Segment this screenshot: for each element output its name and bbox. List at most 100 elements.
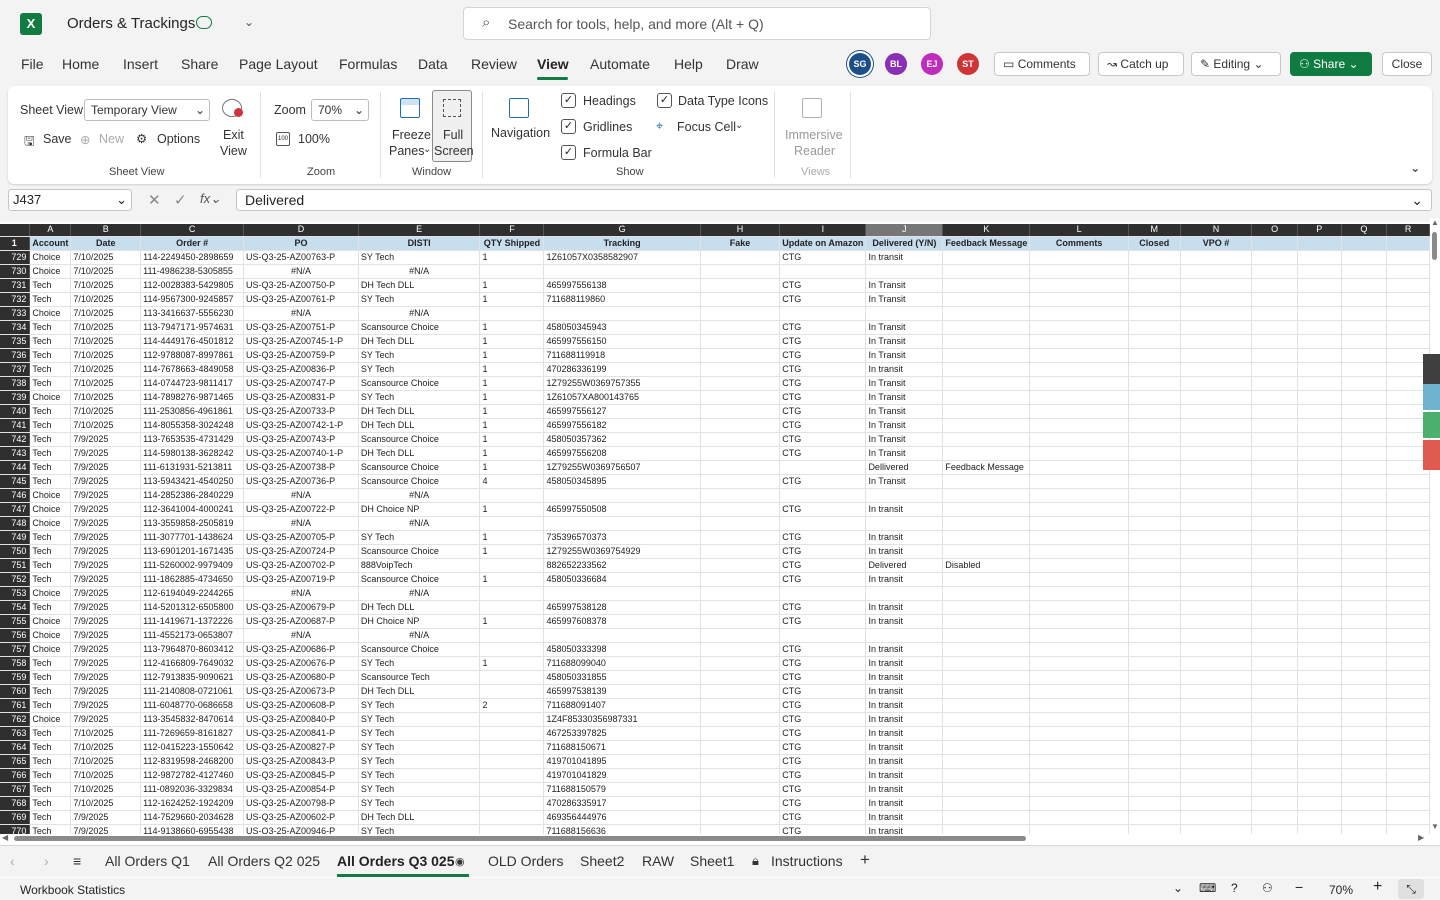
cell[interactable] (1341, 656, 1388, 671)
cell[interactable] (1251, 292, 1298, 307)
cell[interactable]: 7/9/2025 (70, 544, 142, 559)
cell[interactable] (1251, 278, 1298, 293)
cell[interactable] (1128, 740, 1181, 755)
cell[interactable] (1029, 292, 1129, 307)
cell[interactable] (700, 348, 781, 363)
cell[interactable]: US-Q3-25-AZ00946-P (243, 824, 359, 834)
cell[interactable] (1128, 600, 1181, 615)
cell[interactable]: 7/9/2025 (70, 670, 142, 685)
column-title-cell[interactable]: Order # (140, 236, 245, 251)
cell[interactable]: 112-9872782-4127460 (140, 768, 245, 783)
cell[interactable]: 7/10/2025 (70, 264, 142, 279)
cell[interactable]: CTG (779, 446, 867, 461)
cell[interactable] (700, 572, 781, 587)
cell[interactable]: In transit (865, 642, 944, 657)
cell[interactable] (1341, 530, 1388, 545)
insert-function-icon[interactable]: fx⌄ (200, 191, 221, 207)
cell[interactable] (1029, 460, 1129, 475)
cell[interactable]: 465997556138 (543, 278, 701, 293)
cell[interactable]: Tech (29, 558, 72, 573)
cell[interactable]: Tech (29, 530, 72, 545)
cell[interactable] (1341, 390, 1388, 405)
cell[interactable]: SY Tech (358, 250, 481, 265)
cell[interactable] (865, 264, 944, 279)
cell[interactable] (700, 530, 781, 545)
cell[interactable]: 112-4166809-7649032 (140, 656, 245, 671)
cell[interactable] (1297, 754, 1342, 769)
cell[interactable]: CTG (779, 474, 867, 489)
cell[interactable]: CTG (779, 754, 867, 769)
cell[interactable]: 458050333398 (543, 642, 701, 657)
cell[interactable] (1128, 712, 1181, 727)
menu-draw[interactable]: Draw (726, 56, 759, 72)
cell[interactable]: Tech (29, 754, 72, 769)
cell[interactable]: 112-0415223-1550642 (140, 740, 245, 755)
cell[interactable] (1386, 320, 1430, 335)
cell[interactable] (700, 656, 781, 671)
cell[interactable] (1341, 754, 1388, 769)
cell[interactable] (700, 264, 781, 279)
cell[interactable]: DH Tech DLL (358, 600, 481, 615)
cell[interactable]: US-Q3-25-AZ00736-P (243, 474, 359, 489)
side-panel-tab[interactable] (1423, 440, 1440, 470)
cell[interactable] (1029, 628, 1129, 643)
cell[interactable]: US-Q3-25-AZ00845-P (243, 768, 359, 783)
cell[interactable] (1128, 670, 1181, 685)
cell[interactable]: 112-6194049-2244265 (140, 586, 245, 601)
cell[interactable] (1297, 432, 1342, 447)
cell[interactable]: US-Q3-25-AZ00722-P (243, 502, 359, 517)
cell[interactable] (1341, 306, 1388, 321)
cell[interactable] (1341, 334, 1388, 349)
cell[interactable] (1341, 810, 1388, 825)
cell[interactable]: 1 (479, 362, 545, 377)
cell[interactable] (1180, 782, 1253, 797)
cell[interactable]: 465997538139 (543, 684, 701, 699)
cell[interactable]: 7/9/2025 (70, 810, 142, 825)
cell[interactable] (1341, 292, 1388, 307)
cell[interactable]: Scansource Choice (358, 474, 481, 489)
cell[interactable] (1251, 334, 1298, 349)
cell[interactable] (543, 264, 701, 279)
cell[interactable] (942, 754, 1031, 769)
column-header[interactable]: K (942, 224, 1031, 237)
cell[interactable] (1297, 474, 1342, 489)
row-header[interactable]: 729 (0, 250, 31, 265)
column-header[interactable]: F (479, 224, 545, 237)
cell[interactable] (1029, 376, 1129, 391)
cell[interactable]: 1 (479, 250, 545, 265)
cell[interactable] (1029, 586, 1129, 601)
column-title-cell[interactable]: Fake (700, 236, 781, 251)
cell[interactable]: Tech (29, 418, 72, 433)
cell[interactable]: In transit (865, 782, 944, 797)
navigation-button[interactable]: Navigation (491, 126, 550, 140)
cell[interactable]: #N/A (358, 306, 481, 321)
cell[interactable]: 1 (479, 432, 545, 447)
cell[interactable] (1029, 250, 1129, 265)
cell[interactable]: CTG (779, 572, 867, 587)
cell[interactable]: CTG (779, 390, 867, 405)
column-title-cell[interactable]: DISTI (358, 236, 481, 251)
cell[interactable] (942, 642, 1031, 657)
cell[interactable] (1341, 516, 1388, 531)
cell[interactable]: CTG (779, 670, 867, 685)
cell[interactable] (1341, 502, 1388, 517)
cell[interactable]: 7/10/2025 (70, 404, 142, 419)
cell[interactable]: Tech (29, 782, 72, 797)
cell[interactable]: US-Q3-25-AZ00680-P (243, 670, 359, 685)
cell[interactable]: #N/A (358, 516, 481, 531)
cell[interactable]: Scansource Tech (358, 670, 481, 685)
cell[interactable]: US-Q3-25-AZ00743-P (243, 432, 359, 447)
cell[interactable] (942, 824, 1031, 834)
cell[interactable] (1180, 796, 1253, 811)
cell[interactable]: In Transit (865, 474, 944, 489)
cell[interactable] (1128, 544, 1181, 559)
column-header[interactable]: E (358, 224, 481, 237)
cell[interactable]: In transit (865, 670, 944, 685)
cell[interactable] (1297, 306, 1342, 321)
row-header[interactable]: 748 (0, 516, 31, 531)
cell[interactable] (700, 334, 781, 349)
cell[interactable]: 419701041895 (543, 754, 701, 769)
cell[interactable]: DH Choice NP (358, 614, 481, 629)
cell[interactable] (1180, 292, 1253, 307)
cell[interactable] (1180, 544, 1253, 559)
